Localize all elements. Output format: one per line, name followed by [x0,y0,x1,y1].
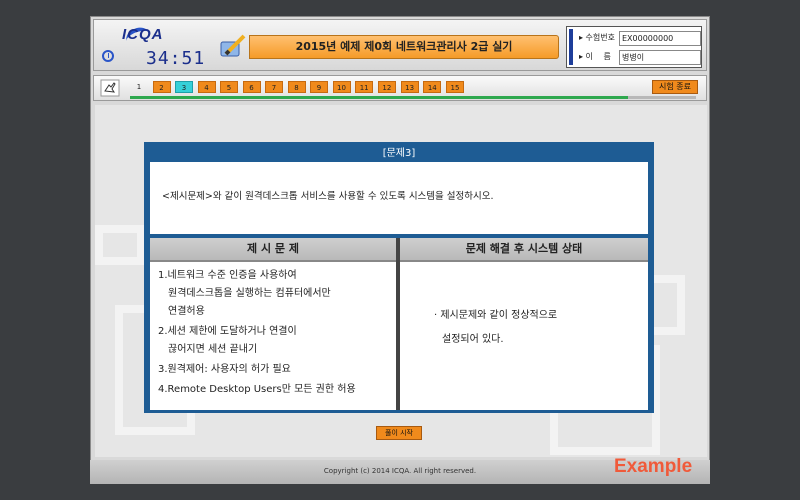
question-button-10[interactable]: 10 [332,81,351,93]
requirement-line: 4.Remote Desktop Users만 모든 권한 허용 [158,384,356,395]
name-row: ▸ 이 름 병병이 [579,49,701,65]
expected-state-column: 문제 해결 후 시스템 상태 · 제시문제와 같이 정상적으로 설정되어 있다. [400,238,648,410]
name-label: ▸ 이 름 [579,52,611,61]
clock-icon [102,50,114,62]
question-panel: [문제3] <제시문제>와 같이 원격데스크톱 서비스를 사용할 수 있도록 시… [144,142,654,413]
question-button-4[interactable]: 4 [197,81,216,93]
question-button-13[interactable]: 13 [400,81,419,93]
exam-number-row: ▸ 수험번호 EX00000000 [579,30,701,46]
expected-state-line: 설정되어 있다. [442,334,504,345]
question-button-2[interactable]: 2 [152,81,171,93]
question-button-14[interactable]: 14 [423,81,442,93]
info-strip [569,29,573,65]
question-button-6[interactable]: 6 [242,81,261,93]
requirements-column: 제 시 문 제 1.네트워크 수준 인증을 사용하여 원격데스크톱을 실행하는 … [150,238,396,410]
requirement-line: 연결허용 [168,306,205,317]
requirement-line: 1.네트워크 수준 인증을 사용하여 [158,270,297,281]
requirement-line: 3.원격제어: 사용자의 허가 필요 [158,364,291,375]
progress-fill [130,96,629,99]
end-exam-button[interactable]: 시험 종료 [652,80,698,94]
exam-number-field: EX00000000 [619,31,701,46]
logo: ICQA [122,26,164,43]
expected-state-line: · 제시문제와 같이 정상적으로 [434,310,558,321]
question-button-15[interactable]: 15 [446,81,464,93]
question-button-11[interactable]: 11 [355,81,374,93]
exam-number-label: ▸ 수험번호 [579,33,615,42]
name-field: 병병이 [619,50,701,65]
question-button-5[interactable]: 5 [220,81,238,93]
hand-pointer-icon [100,79,120,97]
question-button-3[interactable]: 3 [175,81,193,93]
progress-bar [130,96,696,99]
question-button-9[interactable]: 9 [310,81,328,93]
background-decoration [95,225,145,265]
start-solving-button[interactable]: 풀이 시작 [376,426,422,440]
examinee-info: ▸ 수험번호 EX00000000 ▸ 이 름 병병이 [566,26,702,68]
question-button-8[interactable]: 8 [287,81,306,93]
pencil-icon [220,34,246,57]
expected-state-header: 문제 해결 후 시스템 상태 [400,238,648,262]
timer: 34:51 [146,48,206,69]
question-prompt: <제시문제>와 같이 원격데스크톱 서비스를 사용할 수 있도록 시스템을 설정… [162,191,494,202]
exam-title: 2015년 예제 제0회 네트워크관리사 2급 실기 [249,35,559,59]
question-button-7[interactable]: 7 [265,81,283,93]
question-prompt-box: <제시문제>와 같이 원격데스크톱 서비스를 사용할 수 있도록 시스템을 설정… [150,162,648,234]
question-button-12[interactable]: 12 [377,81,396,93]
requirement-line: 원격데스크톱을 실행하는 컴퓨터에서만 [168,288,331,299]
question-button-1[interactable]: 1 [130,81,148,93]
question-title: [문제3] [382,148,416,159]
requirements-header: 제 시 문 제 [150,238,396,262]
question-columns: 제 시 문 제 1.네트워크 수준 인증을 사용하여 원격데스크톱을 실행하는 … [150,238,648,410]
requirement-line: 끊어지면 세션 끝내기 [168,344,258,355]
example-watermark: Example [614,456,693,477]
question-nav: 1 2 3 4 5 6 7 8 9 10 11 12 13 14 15 시험 종료 [93,75,707,101]
header: ICQA 34:51 2015년 예제 제0회 네트워크관리사 2급 실기 ▸ … [93,19,707,71]
requirement-line: 2.세션 제한에 도달하거나 연결이 [158,326,297,337]
